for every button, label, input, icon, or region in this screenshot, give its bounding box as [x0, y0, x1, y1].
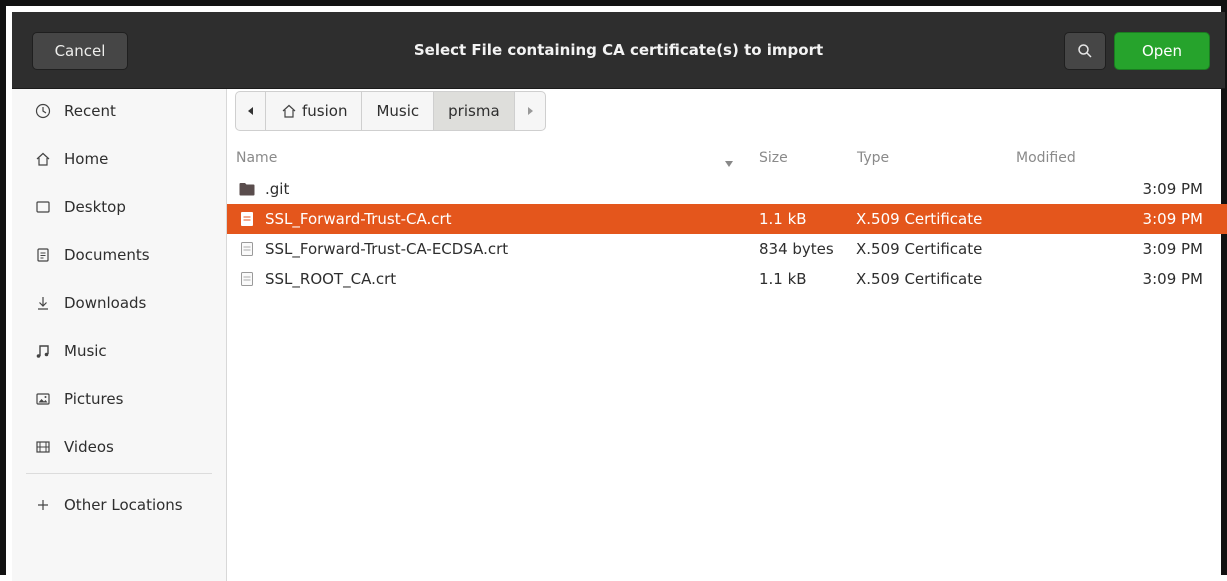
documents-icon [34, 246, 52, 264]
folder-icon [239, 180, 255, 198]
file-chooser-dialog: Select File containing CA certificate(s)… [0, 0, 1227, 581]
sidebar-item-label: Recent [64, 102, 116, 120]
sidebar-item-label: Music [64, 342, 107, 360]
sidebar-item-music[interactable]: Music [12, 329, 226, 373]
sidebar-item-recent[interactable]: Recent [12, 89, 226, 133]
sidebar-item-pictures[interactable]: Pictures [12, 377, 226, 421]
sort-descending-icon [724, 156, 734, 172]
file-type: X.509 Certificate [856, 270, 983, 288]
file-size: 1.1 kB [759, 270, 807, 288]
home-icon [282, 104, 296, 118]
file-name: SSL_Forward-Trust-CA.crt [265, 210, 452, 228]
sidebar-item-desktop[interactable]: Desktop [12, 185, 226, 229]
path-crumb-home[interactable]: fusion [266, 92, 363, 130]
dialog-title: Select File containing CA certificate(s)… [413, 41, 824, 59]
path-crumb-label: fusion [302, 102, 348, 120]
file-row[interactable]: SSL_Forward-Trust-CA-ECDSA.crt 834 bytes… [227, 234, 1227, 264]
file-modified: 3:09 PM [1142, 180, 1203, 198]
sidebar-item-label: Documents [64, 246, 150, 264]
path-crumb-music[interactable]: Music [362, 92, 435, 130]
text-file-icon [239, 210, 255, 228]
file-modified: 3:09 PM [1142, 210, 1203, 228]
file-size: 1.1 kB [759, 210, 807, 228]
places-sidebar: Recent Home Desktop Documents Downloads [12, 89, 227, 581]
videos-icon [34, 438, 52, 456]
sidebar-item-label: Other Locations [64, 496, 183, 514]
sidebar-item-label: Home [64, 150, 109, 168]
downloads-icon [34, 294, 52, 312]
plus-icon [34, 496, 52, 514]
sidebar-item-downloads[interactable]: Downloads [12, 281, 226, 325]
open-button[interactable]: Open [1114, 32, 1210, 70]
header-bar: Select File containing CA certificate(s)… [12, 12, 1225, 89]
sidebar-item-videos[interactable]: Videos [12, 425, 226, 469]
clock-icon [34, 102, 52, 120]
text-file-icon [239, 270, 255, 288]
column-header-type[interactable]: Type [857, 150, 889, 166]
sidebar-item-label: Downloads [64, 294, 147, 312]
search-icon [1078, 44, 1092, 58]
file-name: .git [265, 180, 290, 198]
file-modified: 3:09 PM [1142, 270, 1203, 288]
path-forward-button[interactable] [515, 92, 545, 130]
text-file-icon [239, 240, 255, 258]
sidebar-item-documents[interactable]: Documents [12, 233, 226, 277]
path-crumb-label: prisma [448, 102, 500, 120]
file-name: SSL_ROOT_CA.crt [265, 270, 397, 288]
sidebar-separator [26, 473, 212, 474]
column-header-name[interactable]: Name [236, 150, 277, 166]
file-type: X.509 Certificate [856, 210, 983, 228]
file-row[interactable]: SSL_ROOT_CA.crt 1.1 kB X.509 Certificate… [227, 264, 1227, 294]
sidebar-item-label: Desktop [64, 198, 126, 216]
file-row[interactable]: .git 3:09 PM [227, 174, 1227, 204]
music-icon [34, 342, 52, 360]
path-bar: fusion Music prisma [235, 91, 546, 131]
column-header-size[interactable]: Size [759, 150, 788, 166]
sidebar-item-label: Videos [64, 438, 114, 456]
column-header-modified[interactable]: Modified [1016, 150, 1076, 166]
sidebar-item-other-locations[interactable]: Other Locations [12, 483, 226, 527]
cancel-button[interactable]: Cancel [32, 32, 128, 70]
file-size: 834 bytes [759, 240, 834, 258]
sidebar-item-home[interactable]: Home [12, 137, 226, 181]
search-button[interactable] [1064, 32, 1106, 70]
file-modified: 3:09 PM [1142, 240, 1203, 258]
pictures-icon [34, 390, 52, 408]
path-crumb-label: Music [376, 102, 420, 120]
desktop-icon [34, 198, 52, 216]
arrow-left-icon [247, 107, 253, 115]
path-back-button[interactable] [236, 92, 266, 130]
home-icon [34, 150, 52, 168]
file-type: X.509 Certificate [856, 240, 983, 258]
arrow-right-icon [527, 107, 533, 115]
file-name: SSL_Forward-Trust-CA-ECDSA.crt [265, 240, 509, 258]
sidebar-item-label: Pictures [64, 390, 124, 408]
file-row-selected[interactable]: SSL_Forward-Trust-CA.crt 1.1 kB X.509 Ce… [227, 204, 1227, 234]
path-crumb-current[interactable]: prisma [434, 92, 515, 130]
